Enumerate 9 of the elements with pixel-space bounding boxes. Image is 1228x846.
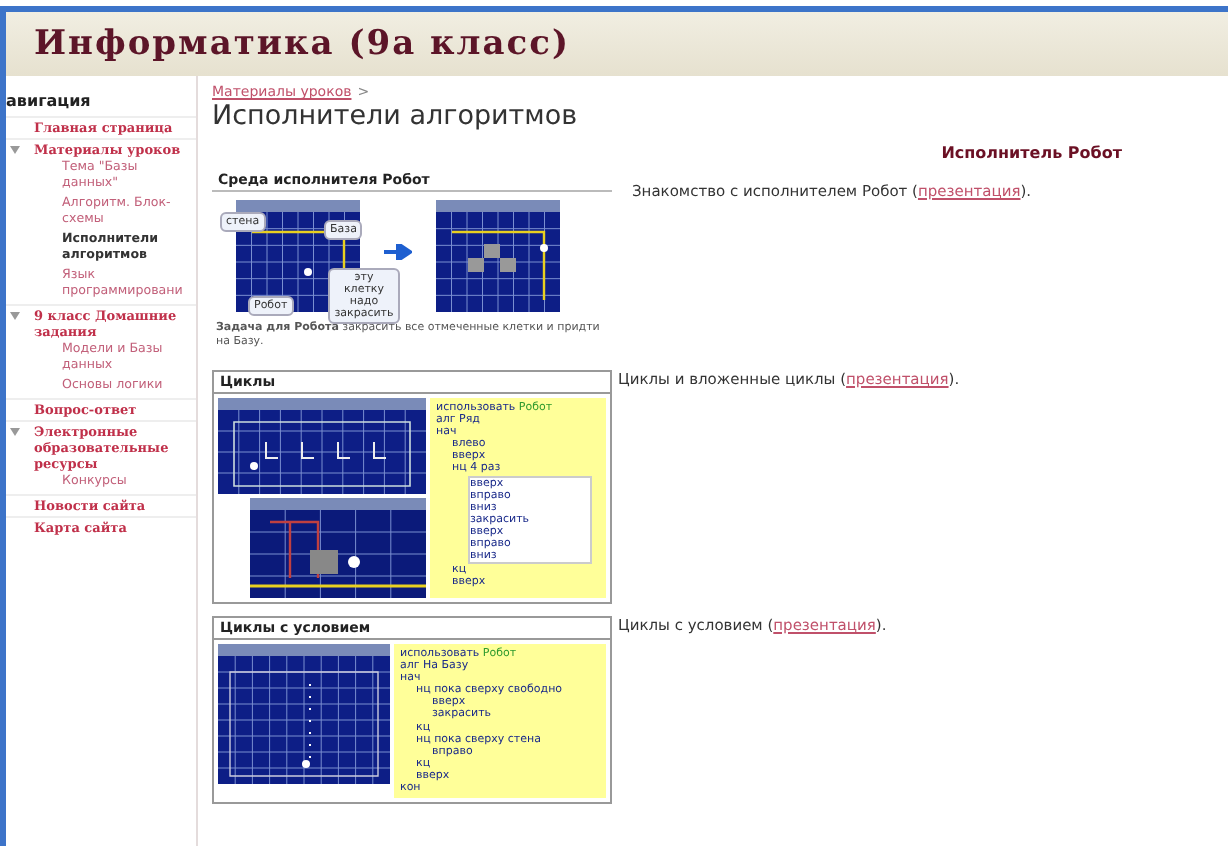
site-title: Информатика (9а класс) xyxy=(34,24,571,64)
navigation-heading: авигация xyxy=(6,92,93,114)
expanded-marker-icon[interactable] xyxy=(10,312,20,320)
expanded-marker-icon[interactable] xyxy=(10,146,20,154)
page-title: Исполнители алгоритмов xyxy=(212,100,580,132)
robot-field-drawing xyxy=(436,200,560,312)
expanded-marker-icon[interactable] xyxy=(10,428,20,436)
arrow-icon xyxy=(384,244,412,260)
section-heading: Исполнитель Робот xyxy=(941,144,1122,162)
